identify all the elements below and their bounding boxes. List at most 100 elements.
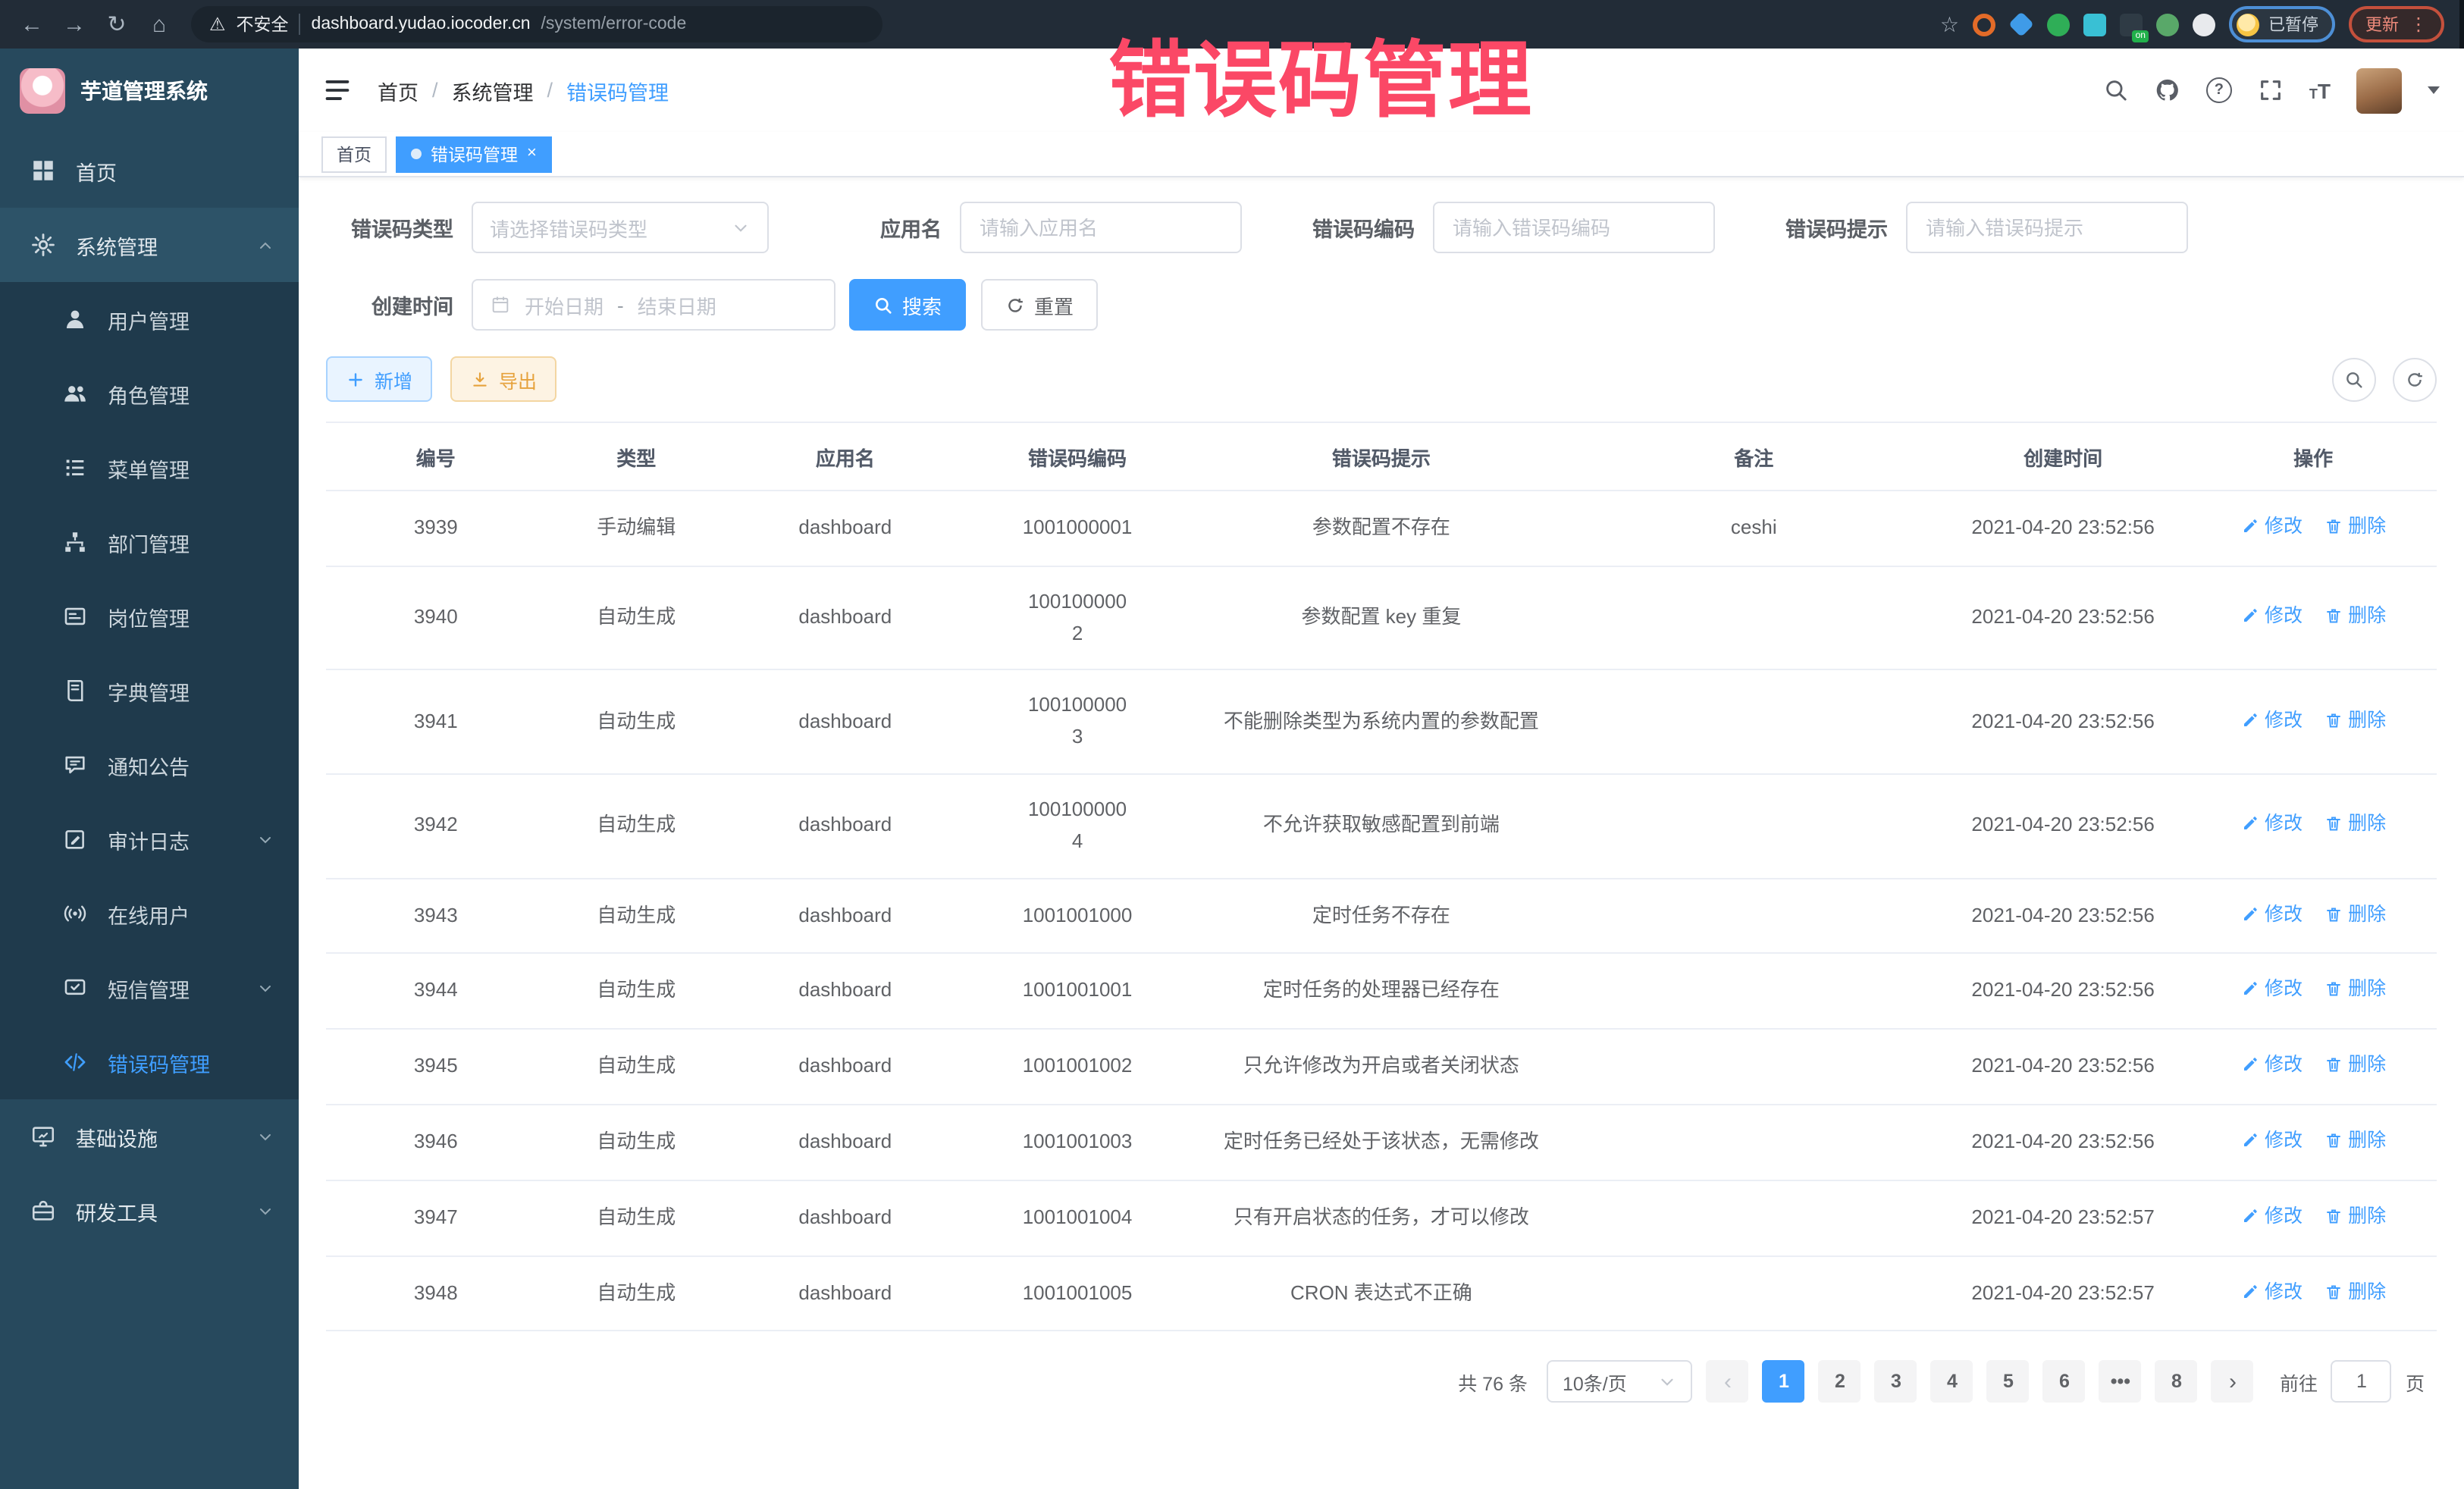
reset-button[interactable]: 重置 xyxy=(981,279,1098,331)
next-page-button[interactable]: › xyxy=(2212,1361,2254,1403)
cell-type: 自动生成 xyxy=(546,1029,727,1105)
sidebar-item-audit-log[interactable]: 审计日志 xyxy=(0,802,299,876)
error-type-select[interactable]: 请选择错误码类型 xyxy=(472,202,769,253)
delete-link[interactable]: 删除 xyxy=(2324,898,2386,929)
edit-label: 修改 xyxy=(2265,1049,2303,1080)
sidebar-item-menu-management[interactable]: 菜单管理 xyxy=(0,431,299,505)
forward-icon[interactable]: → xyxy=(58,11,91,37)
page-button-6[interactable]: 6 xyxy=(2043,1361,2086,1403)
v-green-extension-icon[interactable] xyxy=(2047,13,2070,36)
address-bar[interactable]: ⚠ 不安全 dashboard.yudao.iocoder.cn/system/… xyxy=(191,6,882,42)
user-avatar[interactable] xyxy=(2356,67,2402,113)
sidebar-item-infrastructure[interactable]: 基础设施 xyxy=(0,1099,299,1174)
page-button-4[interactable]: 4 xyxy=(1931,1361,1973,1403)
sidebar-item-dev-tools[interactable]: 研发工具 xyxy=(0,1174,299,1248)
breadcrumb-item[interactable]: 系统管理 xyxy=(452,75,534,105)
mosaic-extension-icon[interactable] xyxy=(2083,13,2106,36)
puzzle-extension-icon[interactable] xyxy=(2193,13,2215,36)
gem-extension-icon[interactable] xyxy=(2008,11,2034,37)
back-icon[interactable]: ← xyxy=(15,11,49,37)
sidebar-item-notice-announcement[interactable]: 通知公告 xyxy=(0,728,299,802)
hamburger-icon[interactable] xyxy=(323,76,352,105)
tag-home[interactable]: 首页 xyxy=(321,136,387,172)
chrome-update-button[interactable]: 更新 ⋮ xyxy=(2349,6,2444,42)
prev-page-button[interactable]: ‹ xyxy=(1707,1361,1749,1403)
breadcrumb-item[interactable]: 首页 xyxy=(378,75,419,105)
cell-actions: 修改删除 xyxy=(2190,1180,2437,1256)
search-icon[interactable] xyxy=(2103,77,2129,103)
edit-link[interactable]: 修改 xyxy=(2240,898,2303,929)
sidebar-item-system-management[interactable]: 系统管理 xyxy=(0,208,299,282)
browser-menu-icon[interactable]: ⋮ xyxy=(2409,14,2428,35)
sidebar-item-online-users[interactable]: 在线用户 xyxy=(0,876,299,951)
page-button-3[interactable]: 3 xyxy=(1875,1361,1917,1403)
edit-link[interactable]: 修改 xyxy=(2240,1276,2303,1306)
sidebar-item-role-management[interactable]: 角色管理 xyxy=(0,356,299,431)
proxy-switch-extension-icon[interactable]: on xyxy=(2120,13,2143,36)
delete-link[interactable]: 删除 xyxy=(2324,705,2386,735)
close-icon[interactable]: × xyxy=(527,146,537,162)
error-code-input[interactable] xyxy=(1433,202,1715,253)
chevron-down-icon xyxy=(256,830,274,848)
page-button-2[interactable]: 2 xyxy=(1819,1361,1861,1403)
table-row: 3943自动生成dashboard1001001000定时任务不存在2021-0… xyxy=(326,878,2437,954)
refresh-table-button[interactable] xyxy=(2393,357,2437,401)
app-name-input[interactable] xyxy=(960,202,1242,253)
ublock-extension-icon[interactable] xyxy=(1973,13,1995,36)
delete-link[interactable]: 删除 xyxy=(2324,600,2386,631)
delete-link[interactable]: 删除 xyxy=(2324,1201,2386,1231)
edit-link[interactable]: 修改 xyxy=(2240,1201,2303,1231)
home-icon[interactable]: ⌂ xyxy=(143,11,176,37)
key-extension-icon[interactable] xyxy=(2156,13,2179,36)
sidebar-item-user-management[interactable]: 用户管理 xyxy=(0,282,299,356)
edit-link[interactable]: 修改 xyxy=(2240,600,2303,631)
sidebar-item-home[interactable]: 首页 xyxy=(0,133,299,208)
delete-link[interactable]: 删除 xyxy=(2324,1276,2386,1306)
page-size-select[interactable]: 10条/页 xyxy=(1547,1361,1693,1403)
delete-label: 删除 xyxy=(2348,1125,2386,1155)
edit-link[interactable]: 修改 xyxy=(2240,705,2303,735)
toggle-search-button[interactable] xyxy=(2332,357,2376,401)
tag-error-code[interactable]: 错误码管理× xyxy=(396,136,552,172)
help-icon[interactable]: ? xyxy=(2206,77,2232,103)
delete-link[interactable]: 删除 xyxy=(2324,511,2386,541)
sidebar-logo-row[interactable]: 芋道管理系统 xyxy=(0,49,299,133)
app-name-label: 应用名 xyxy=(814,212,942,243)
search-button[interactable]: 搜索 xyxy=(849,279,966,331)
avatar-caret-icon[interactable] xyxy=(2428,86,2440,94)
delete-link[interactable]: 删除 xyxy=(2324,974,2386,1005)
reload-icon[interactable]: ↻ xyxy=(100,11,133,38)
cell-time: 2021-04-20 23:52:57 xyxy=(1936,1255,2190,1331)
sidebar-item-post-management[interactable]: 岗位管理 xyxy=(0,579,299,654)
profile-paused-pill[interactable]: 已暂停 xyxy=(2229,6,2335,42)
page-button-1[interactable]: 1 xyxy=(1763,1361,1805,1403)
edit-link[interactable]: 修改 xyxy=(2240,1049,2303,1080)
breadcrumb-item[interactable]: 错误码管理 xyxy=(566,75,669,105)
page-button-8[interactable]: 8 xyxy=(2155,1361,2198,1403)
sidebar-item-label: 首页 xyxy=(76,155,117,186)
export-button[interactable]: 导出 xyxy=(450,356,556,402)
add-button[interactable]: 新增 xyxy=(326,356,432,402)
delete-link[interactable]: 删除 xyxy=(2324,1125,2386,1155)
edit-link[interactable]: 修改 xyxy=(2240,511,2303,541)
delete-link[interactable]: 删除 xyxy=(2324,1049,2386,1080)
goto-page-input[interactable] xyxy=(2331,1361,2392,1403)
sidebar-item-error-code-management[interactable]: 错误码管理 xyxy=(0,1025,299,1099)
export-button-label: 导出 xyxy=(499,365,537,393)
date-range-picker[interactable]: 开始日期 - 结束日期 xyxy=(472,279,835,331)
sidebar-item-dept-management[interactable]: 部门管理 xyxy=(0,505,299,579)
edit-link[interactable]: 修改 xyxy=(2240,809,2303,839)
sidebar-item-dict-management[interactable]: 字典管理 xyxy=(0,654,299,728)
edit-link[interactable]: 修改 xyxy=(2240,1125,2303,1155)
font-size-icon[interactable]: TT xyxy=(2309,80,2331,101)
sidebar-item-sms-management[interactable]: 短信管理 xyxy=(0,951,299,1025)
github-icon[interactable] xyxy=(2155,77,2180,103)
delete-link[interactable]: 删除 xyxy=(2324,809,2386,839)
fullscreen-icon[interactable] xyxy=(2258,77,2284,103)
cell-actions: 修改删除 xyxy=(2190,1029,2437,1105)
edit-link[interactable]: 修改 xyxy=(2240,974,2303,1005)
error-msg-input[interactable] xyxy=(1906,202,2188,253)
pager-more-button[interactable]: ••• xyxy=(2099,1361,2142,1403)
page-button-5[interactable]: 5 xyxy=(1987,1361,2030,1403)
bookmark-star-icon[interactable]: ☆ xyxy=(1940,11,1959,37)
